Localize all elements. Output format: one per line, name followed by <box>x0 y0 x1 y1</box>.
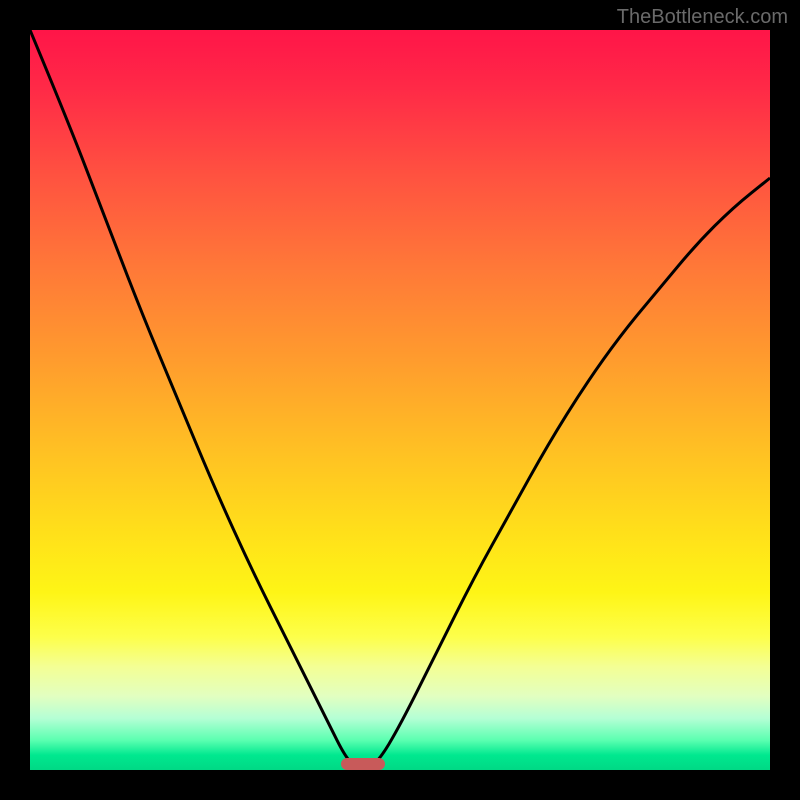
bottleneck-curve <box>30 30 770 770</box>
plot-area <box>30 30 770 770</box>
optimum-marker <box>341 758 385 770</box>
watermark-text: TheBottleneck.com <box>617 6 788 29</box>
curve-path <box>30 30 770 768</box>
